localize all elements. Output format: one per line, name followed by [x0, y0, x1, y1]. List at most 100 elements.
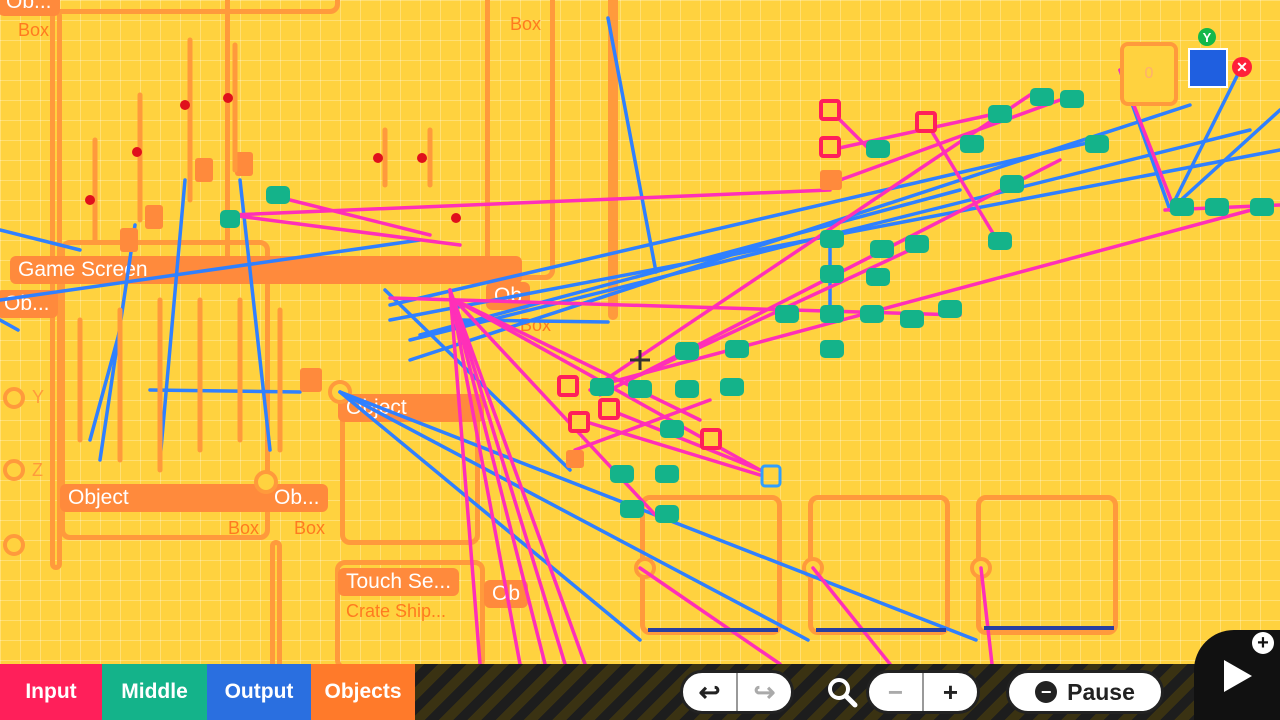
nodon: [960, 135, 984, 153]
pink-wire: [979, 566, 994, 666]
add-icon[interactable]: +: [1252, 632, 1274, 654]
pause-button[interactable]: − Pause: [1006, 670, 1164, 714]
tab-objects[interactable]: Objects: [311, 664, 415, 720]
tab-output[interactable]: Output: [207, 664, 311, 720]
color-swatch[interactable]: [1188, 48, 1228, 88]
nodon: [775, 305, 799, 323]
nodon: [1085, 135, 1109, 153]
object-nodon: [120, 228, 138, 252]
zoom-group: − +: [866, 670, 980, 714]
nodon: [1205, 198, 1229, 216]
nodon: [1250, 198, 1274, 216]
nodon: [860, 305, 884, 323]
blue-wire: [0, 238, 422, 302]
nodon: [900, 310, 924, 328]
blue-wire: [338, 390, 642, 642]
wire-layer: [0, 16, 1280, 666]
signal-dot: [373, 153, 383, 163]
redo-button[interactable]: ↪: [738, 673, 791, 711]
undo-icon: ↩: [698, 676, 721, 707]
blue-wire: [458, 318, 610, 324]
nodon: [1170, 198, 1194, 216]
nodon: [866, 268, 890, 286]
y-badge-label: Y: [1202, 29, 1212, 45]
object-nodon: [566, 450, 584, 468]
zoom-out-icon: −: [887, 676, 904, 707]
nodon: [988, 232, 1012, 250]
zoom-in-icon: +: [942, 676, 959, 707]
nodon: [620, 500, 644, 518]
close-icon[interactable]: ✕: [1232, 57, 1252, 77]
nodon: [220, 210, 240, 228]
pink-wire: [448, 288, 587, 666]
nodon: [675, 380, 699, 398]
program-canvas[interactable]: Ob... Box Box Game Screen Ob... Ob Box O…: [0, 0, 1280, 720]
magnifier-icon: [826, 676, 858, 708]
pink-wire: [228, 213, 462, 247]
nodon: [610, 465, 634, 483]
zoom-in-button[interactable]: +: [924, 673, 977, 711]
blue-wire: [0, 228, 82, 252]
nodon: [655, 505, 679, 523]
strip-marker: [648, 628, 778, 632]
pink-wire: [608, 408, 762, 472]
nodon: [1000, 175, 1024, 193]
nodon: [820, 305, 844, 323]
nodon: [1060, 90, 1084, 108]
add-badge-label: +: [1257, 631, 1269, 654]
signal-dot: [451, 213, 461, 223]
nodon: [988, 105, 1012, 123]
texture-value-box[interactable]: 0: [1120, 42, 1178, 106]
nodon: [660, 420, 684, 438]
input-nodon: [819, 99, 841, 121]
signal-dot: [132, 147, 142, 157]
input-nodon: [819, 136, 841, 158]
object-nodon: [145, 205, 163, 229]
object-nodon: [195, 158, 213, 182]
tab-middle[interactable]: Middle: [102, 664, 207, 720]
object-nodon: [235, 152, 253, 176]
object-nodon: [820, 170, 842, 190]
nodon: [655, 465, 679, 483]
strip-marker: [816, 628, 946, 632]
texture-value: 0: [1144, 65, 1154, 82]
input-nodon: [568, 411, 590, 433]
nodon: [628, 380, 652, 398]
nodon: [870, 240, 894, 258]
nodon: [1030, 88, 1054, 106]
nodon: [590, 378, 614, 396]
object-nodon: [300, 368, 322, 392]
pause-label: Pause: [1067, 678, 1135, 705]
undo-redo-group: ↩ ↪: [680, 670, 794, 714]
minus-badge-icon: −: [1035, 681, 1058, 703]
nodon: [675, 342, 699, 360]
zoom-out-button[interactable]: −: [869, 673, 924, 711]
strip-marker: [984, 626, 1114, 630]
undo-button[interactable]: ↩: [683, 673, 738, 711]
pink-wire: [448, 288, 522, 666]
signal-dot: [417, 153, 427, 163]
nodon: [725, 340, 749, 358]
nodon: [905, 235, 929, 253]
input-nodon: [700, 428, 722, 450]
signal-dot: [180, 100, 190, 110]
blue-wire: [158, 178, 187, 462]
tab-input[interactable]: Input: [0, 664, 102, 720]
pink-wire: [228, 188, 832, 217]
nodon: [266, 186, 290, 204]
nodon: [720, 378, 744, 396]
input-nodon: [915, 111, 937, 133]
blue-wire: [606, 16, 658, 274]
nodon: [820, 230, 844, 248]
signal-dot: [85, 195, 95, 205]
signal-dot: [223, 93, 233, 103]
speech-nodon: [760, 464, 782, 488]
output-strip-markers: [648, 626, 1114, 632]
y-button-badge[interactable]: Y: [1198, 28, 1216, 46]
redo-icon: ↪: [753, 676, 776, 707]
blue-wire: [0, 318, 20, 332]
nodon: [820, 340, 844, 358]
input-nodon: [557, 375, 579, 397]
nodon: [866, 140, 890, 158]
pink-wire: [811, 566, 892, 666]
